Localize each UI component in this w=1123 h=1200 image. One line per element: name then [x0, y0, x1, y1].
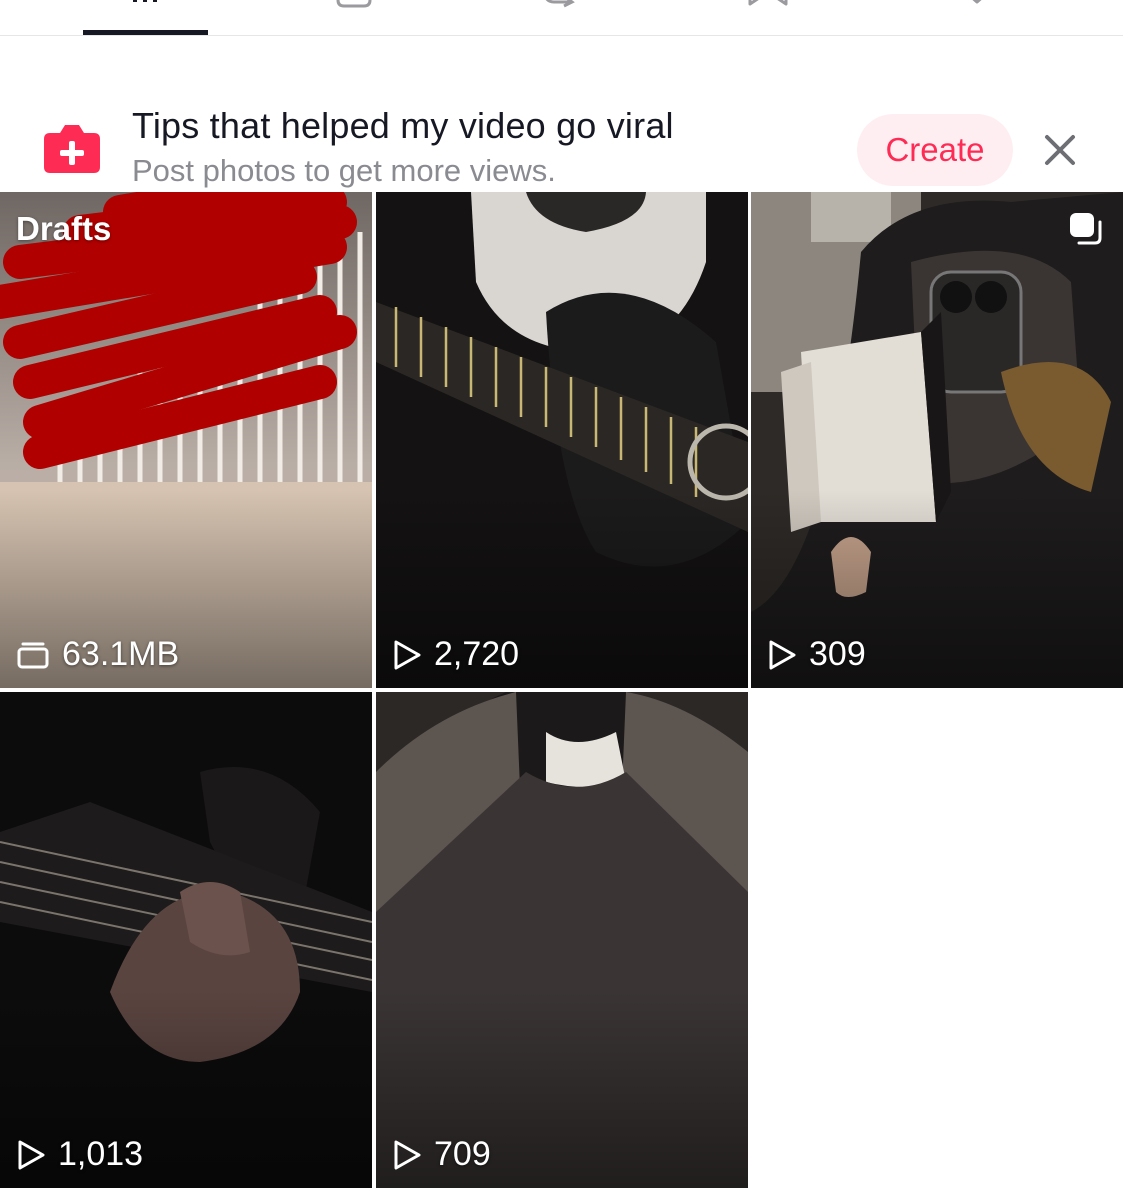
video-grid: Drafts 63.1MB 2,720 309 1,013 709 — [0, 192, 1123, 1200]
view-count: 1,013 — [16, 1135, 143, 1174]
view-count-value: 1,013 — [58, 1135, 144, 1173]
video-tile-1[interactable]: 2,720 — [376, 192, 748, 688]
drafts-tile[interactable]: Drafts 63.1MB — [0, 192, 372, 688]
drafts-size-value: 63.1MB — [62, 635, 180, 673]
view-count-value: 309 — [809, 635, 866, 673]
video-tile-2[interactable]: 309 — [751, 192, 1123, 688]
promo-banner: Tips that helped my video go viral Post … — [0, 36, 1123, 192]
create-button[interactable]: Create — [857, 114, 1013, 186]
drafts-size: 63.1MB — [16, 635, 179, 674]
bookmark-icon — [748, 0, 788, 6]
profile-tab-bar — [0, 0, 1123, 36]
tab-liked[interactable] — [917, 0, 1037, 36]
play-icon — [394, 640, 421, 669]
close-icon[interactable] — [1038, 128, 1082, 172]
grid-icon — [133, 0, 157, 2]
active-tab-indicator — [83, 30, 208, 35]
tab-private[interactable] — [294, 0, 414, 36]
heart-icon — [972, 0, 982, 4]
view-count: 309 — [767, 635, 866, 674]
repost-icon — [545, 0, 575, 8]
lock-icon — [336, 0, 372, 8]
video-tile-4[interactable]: 709 — [376, 692, 748, 1188]
play-icon — [769, 640, 796, 669]
banner-subtitle: Post photos to get more views. — [132, 153, 556, 188]
add-photo-icon — [44, 125, 100, 173]
video-tile-3[interactable]: 1,013 — [0, 692, 372, 1188]
photo-carousel-icon — [1070, 213, 1102, 245]
drafts-label: Drafts — [16, 210, 112, 247]
view-count: 2,720 — [392, 635, 519, 674]
banner-title: Tips that helped my video go viral — [132, 105, 674, 146]
drafts-stack-icon — [17, 642, 49, 668]
play-icon — [394, 1140, 421, 1169]
play-icon — [18, 1140, 45, 1169]
tab-reposts[interactable] — [500, 0, 620, 36]
view-count-value: 2,720 — [434, 635, 520, 673]
tab-favorites[interactable] — [708, 0, 828, 36]
view-count-value: 709 — [434, 1135, 491, 1173]
view-count: 709 — [392, 1135, 491, 1174]
